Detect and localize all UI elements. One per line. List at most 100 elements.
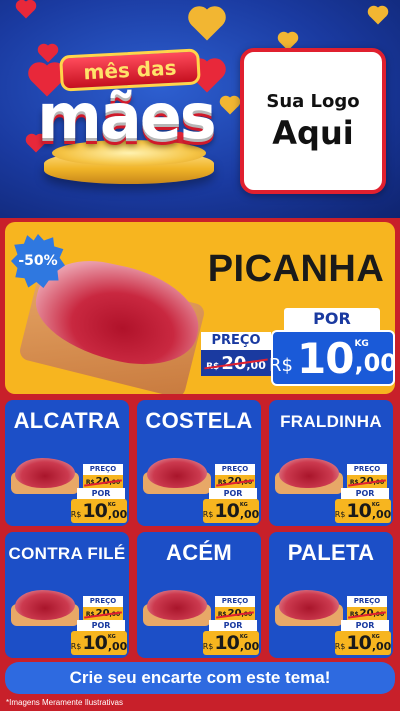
new-price-label: POR [341, 488, 389, 499]
old-price-label: PREÇO [201, 332, 271, 350]
meat-image [147, 590, 207, 620]
old-price-cents: ,00 [246, 358, 266, 372]
old-price-value: R$20,00 [350, 476, 384, 487]
hero-product-card[interactable]: -50% PICANHA PREÇO R$ 20,00 POR R$ 10 KG … [5, 222, 395, 394]
old-price: R$20,00 [347, 475, 387, 488]
product-name: ALCATRA [13, 408, 121, 433]
product-name: ACÉM [166, 540, 232, 565]
new-price-label: POR [209, 620, 257, 631]
old-price-integer: 20 [359, 608, 374, 619]
old-price-integer: 20 [227, 608, 242, 619]
meat-image [15, 458, 75, 488]
new-price: R$ 10 KG ,00 [269, 330, 395, 386]
old-price: R$20,00 [83, 475, 123, 488]
old-price-value: R$20,00 [86, 608, 120, 619]
discount-badge: -50% [11, 234, 65, 288]
price-cents: ,00 [107, 639, 128, 653]
product-card[interactable]: ALCATRA PREÇO R$20,00 POR R$ 10 KG ,00 [5, 400, 129, 526]
title-big: mães [37, 80, 216, 153]
price-unit: KG [354, 339, 369, 349]
heart-icon [17, 1, 35, 19]
currency-symbol: R$ [349, 611, 359, 618]
price-integer: 10 [346, 500, 371, 522]
currency-symbol: R$ [206, 361, 220, 372]
meat-image [15, 590, 75, 620]
old-price: R$20,00 [83, 607, 123, 620]
old-price: R$20,00 [215, 607, 255, 620]
price-integer: 10 [346, 632, 371, 654]
heart-icon [369, 7, 387, 25]
new-price: R$ 10 KG ,00 [335, 499, 391, 523]
old-price-label: PREÇO [215, 464, 255, 475]
price-cents: ,00 [239, 639, 260, 653]
product-card[interactable]: CONTRA FILÉ PREÇO R$20,00 POR R$ 10 KG ,00 [5, 532, 129, 658]
product-card[interactable]: FRALDINHA PREÇO R$20,00 POR R$ 10 KG ,00 [269, 400, 393, 526]
meat-image [279, 590, 339, 620]
old-price-integer: 20 [359, 476, 374, 487]
price-integer: 10 [214, 632, 239, 654]
logo-text-line1: Sua Logo [266, 90, 360, 112]
old-price-label: PREÇO [83, 464, 123, 475]
old-price-value: R$20,00 [350, 608, 384, 619]
new-price: R$ 10 KG ,00 [71, 631, 127, 655]
old-price-cents: ,00 [109, 479, 121, 486]
footnote: *Imagens Meramente Ilustrativas [6, 698, 123, 707]
old-price: R$20,00 [201, 350, 271, 376]
heart-icon [191, 9, 223, 41]
new-price: R$ 10 KG ,00 [203, 499, 259, 523]
price-cents: ,00 [354, 349, 395, 377]
old-price: R$20,00 [215, 475, 255, 488]
logo-placeholder[interactable]: Sua Logo Aqui [240, 48, 386, 194]
top-banner: mês das mães Sua Logo Aqui [0, 0, 400, 218]
logo-text-line2: Aqui [272, 113, 354, 152]
old-price-integer: 20 [95, 476, 110, 487]
price-cents: ,00 [371, 639, 392, 653]
old-price-cents: ,00 [241, 479, 253, 486]
old-price-cents: ,00 [373, 479, 385, 486]
old-price-cents: ,00 [109, 611, 121, 618]
old-price-value: R$20,00 [218, 608, 252, 619]
heart-icon [39, 45, 57, 63]
currency-symbol: R$ [217, 479, 227, 486]
currency-symbol: R$ [70, 642, 82, 651]
price-cents: ,00 [239, 507, 260, 521]
meat-image [279, 458, 339, 488]
old-price-label: PREÇO [83, 596, 123, 607]
old-price-value: R$20,00 [218, 476, 252, 487]
price-integer: 10 [214, 500, 239, 522]
create-flyer-button[interactable]: Crie seu encarte com este tema! [5, 662, 395, 694]
product-name: CONTRA FILÉ [8, 544, 126, 563]
old-price-label: PREÇO [215, 596, 255, 607]
product-card[interactable]: PALETA PREÇO R$20,00 POR R$ 10 KG ,00 [269, 532, 393, 658]
product-name: COSTELA [145, 408, 253, 433]
meat-image [147, 458, 207, 488]
old-price-value: R$20,00 [86, 476, 120, 487]
currency-symbol: R$ [202, 642, 214, 651]
new-price-label: POR [77, 620, 125, 631]
old-price-value: R$20,00 [206, 353, 266, 374]
new-price-label: POR [209, 488, 257, 499]
new-price-label: POR [284, 308, 380, 330]
currency-symbol: R$ [85, 479, 95, 486]
price-integer: 10 [297, 333, 354, 383]
price-integer: 10 [82, 632, 107, 654]
currency-symbol: R$ [269, 354, 293, 376]
new-price: R$ 10 KG ,00 [335, 631, 391, 655]
currency-symbol: R$ [334, 510, 346, 519]
new-price: R$ 10 KG ,00 [203, 631, 259, 655]
currency-symbol: R$ [70, 510, 82, 519]
old-price-label: PREÇO [347, 464, 387, 475]
currency-symbol: R$ [217, 611, 227, 618]
new-price-label: POR [77, 488, 125, 499]
currency-symbol: R$ [334, 642, 346, 651]
currency-symbol: R$ [349, 479, 359, 486]
product-card[interactable]: ACÉM PREÇO R$20,00 POR R$ 10 KG ,00 [137, 532, 261, 658]
currency-symbol: R$ [202, 510, 214, 519]
product-card[interactable]: COSTELA PREÇO R$20,00 POR R$ 10 KG ,00 [137, 400, 261, 526]
old-price-integer: 20 [95, 608, 110, 619]
product-name: PICANHA [207, 248, 385, 290]
old-price-cents: ,00 [373, 611, 385, 618]
old-price-label: PREÇO [347, 596, 387, 607]
price-cents: ,00 [371, 507, 392, 521]
currency-symbol: R$ [85, 611, 95, 618]
